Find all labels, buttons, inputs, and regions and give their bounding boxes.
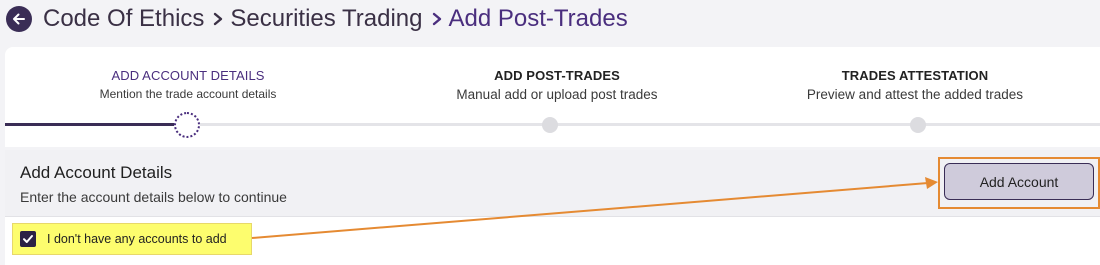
step-node-pending — [542, 117, 558, 133]
step-subtitle: Mention the trade account details — [99, 87, 277, 101]
step-subtitle: Manual add or upload post trades — [456, 87, 658, 102]
step-add-post-trades[interactable]: ADD POST-TRADES Manual add or upload pos… — [392, 68, 722, 102]
breadcrumb-item-code-of-ethics[interactable]: Code Of Ethics — [43, 5, 204, 33]
step-node-pending — [910, 117, 926, 133]
account-details-header: Add Account Details Enter the account de… — [5, 150, 1100, 217]
page-root: Code Of Ethics Securities Trading Add Po… — [0, 0, 1100, 265]
step-subtitle: Preview and attest the added trades — [806, 87, 1024, 102]
step-add-account-details[interactable]: ADD ACCOUNT DETAILS Mention the trade ac… — [23, 68, 353, 101]
breadcrumb-item-add-post-trades: Add Post-Trades — [448, 5, 628, 32]
breadcrumb: Code Of Ethics Securities Trading Add Po… — [6, 3, 628, 35]
no-accounts-checkbox-row[interactable]: I don't have any accounts to add — [12, 223, 252, 255]
chevron-right-icon — [212, 11, 224, 27]
no-accounts-checkbox[interactable] — [20, 231, 36, 247]
arrow-left-icon — [13, 13, 25, 25]
chevron-right-icon — [431, 11, 443, 27]
step-title: ADD POST-TRADES — [494, 68, 620, 83]
back-button[interactable] — [6, 6, 32, 32]
section-title: Add Account Details — [20, 163, 173, 182]
checkmark-icon — [23, 235, 33, 243]
step-title: ADD ACCOUNT DETAILS — [111, 68, 265, 83]
step-title: TRADES ATTESTATION — [841, 68, 989, 83]
section-subtitle: Enter the account details below to conti… — [20, 189, 287, 205]
progress-stepper: ADD ACCOUNT DETAILS Mention the trade ac… — [5, 47, 1100, 147]
breadcrumb-item-securities-trading[interactable]: Securities Trading — [230, 5, 422, 33]
no-accounts-label: I don't have any accounts to add — [47, 232, 227, 246]
step-node-current — [174, 112, 200, 138]
account-details-panel: Add Account Details Enter the account de… — [5, 150, 1100, 265]
stepper-progress-bar — [5, 123, 175, 126]
step-trades-attestation[interactable]: TRADES ATTESTATION Preview and attest th… — [750, 68, 1080, 102]
add-account-button[interactable]: Add Account — [944, 163, 1094, 200]
